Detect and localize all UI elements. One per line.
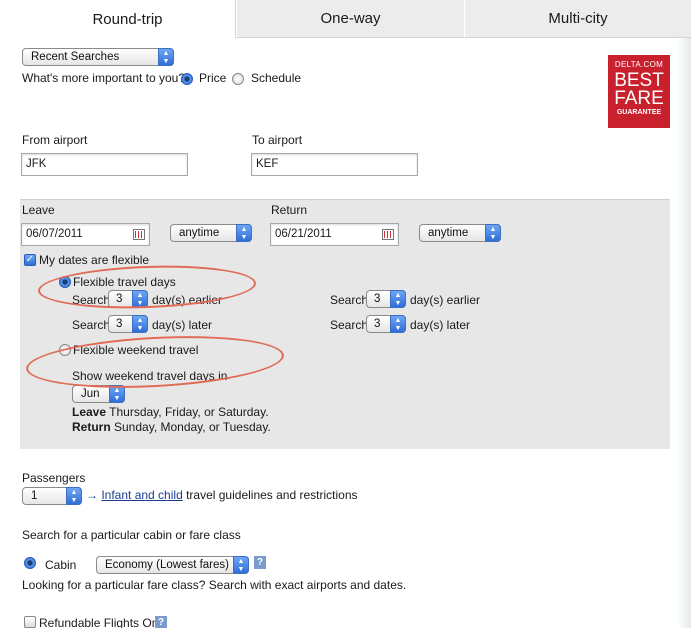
leave-later-value: 3 — [116, 318, 123, 330]
return-time-value: anytime — [428, 227, 469, 239]
return-later-value: 3 — [374, 318, 381, 330]
select-arrows-icon: ▲ ▼ — [158, 48, 174, 66]
return-days-note: Return Sunday, Monday, or Tuesday. — [72, 420, 271, 434]
price-radio[interactable] — [181, 73, 193, 85]
arrow-right-icon: → — [86, 488, 98, 502]
leave-later-label: day(s) later — [152, 318, 213, 332]
select-arrows-icon: ▲ ▼ — [132, 315, 148, 333]
schedule-label: Schedule — [251, 71, 302, 85]
importance-question: What's more important to you? — [22, 71, 186, 85]
leave-date-input[interactable]: 06/07/2011 — [21, 223, 150, 246]
to-airport-label: To airport — [252, 133, 303, 147]
return-earlier-value: 3 — [374, 293, 381, 305]
select-arrows-icon: ▲ ▼ — [390, 315, 406, 333]
return-earlier-select[interactable]: 3 ▲ ▼ — [366, 290, 406, 308]
leave-later-search-label: Search — [72, 318, 111, 332]
fare-class-note: Looking for a particular fare class? Sea… — [22, 578, 407, 592]
tab-roundtrip[interactable]: Round-trip — [20, 0, 236, 38]
passengers-label: Passengers — [22, 471, 86, 485]
recent-searches-value: Recent Searches — [31, 51, 120, 63]
return-date-input[interactable]: 06/21/2011 — [270, 223, 399, 246]
select-arrows-icon: ▲ ▼ — [66, 487, 82, 505]
return-later-search-label: Search — [330, 318, 369, 332]
leave-time-select[interactable]: anytime ▲ ▼ — [170, 224, 252, 242]
leave-label: Leave — [22, 203, 55, 217]
return-earlier-label: day(s) earlier — [410, 293, 481, 307]
schedule-radio[interactable] — [232, 73, 244, 85]
cabin-radio[interactable] — [24, 557, 36, 569]
return-days-bold: Return — [72, 420, 111, 434]
select-arrows-icon: ▲ ▼ — [233, 556, 249, 574]
recent-searches-select[interactable]: Recent Searches ▲ ▼ — [22, 48, 174, 66]
refundable-help-icon[interactable]: ? — [155, 616, 167, 628]
leave-date-value: 06/07/2011 — [26, 228, 83, 240]
infant-and-child-link[interactable]: Infant and child — [101, 488, 182, 502]
infant-guidelines-text: travel guidelines and restrictions — [182, 488, 358, 502]
return-earlier-search-label: Search — [330, 293, 369, 307]
best-fare-guarantee-badge[interactable]: DELTA.COM BEST FARE GUARANTEE — [608, 55, 670, 128]
cabin-label: Cabin — [45, 558, 77, 572]
passengers-select[interactable]: 1 ▲ ▼ — [22, 487, 82, 505]
cabin-help-icon[interactable]: ? — [254, 556, 266, 569]
refundable-checkbox[interactable] — [24, 616, 36, 628]
infant-guidelines: → Infant and child travel guidelines and… — [86, 488, 358, 502]
leave-days-note: Leave Thursday, Friday, or Saturday. — [72, 405, 269, 419]
badge-line2: FARE — [614, 88, 664, 109]
return-date-value: 06/21/2011 — [275, 228, 332, 240]
badge-top: DELTA.COM — [614, 60, 664, 69]
return-time-select[interactable]: anytime ▲ ▼ — [419, 224, 501, 242]
flexible-dates-checkbox[interactable]: ✓ — [24, 254, 36, 266]
cabin-select[interactable]: Economy (Lowest fares) ▲ ▼ — [96, 556, 249, 574]
weekend-month-value: Jun — [81, 388, 100, 400]
return-days-text: Sunday, Monday, or Tuesday. — [110, 420, 271, 434]
select-arrows-icon: ▲ ▼ — [390, 290, 406, 308]
select-arrows-icon: ▲ ▼ — [236, 224, 252, 242]
tab-multicity[interactable]: Multi-city — [464, 0, 691, 38]
tab-left-edge — [0, 0, 20, 38]
from-airport-label: From airport — [22, 133, 88, 147]
return-label: Return — [271, 203, 308, 217]
calendar-icon[interactable] — [382, 229, 394, 240]
select-arrows-icon: ▲ ▼ — [485, 224, 501, 242]
cabin-value: Economy (Lowest fares) — [105, 559, 229, 571]
cabin-section-label: Search for a particular cabin or fare cl… — [22, 528, 241, 542]
flexible-dates-label: My dates are flexible — [39, 253, 150, 267]
tab-oneway[interactable]: One-way — [236, 0, 464, 38]
passengers-value: 1 — [31, 490, 38, 502]
refundable-label: Refundable Flights Only — [39, 616, 168, 628]
calendar-icon[interactable] — [133, 229, 145, 240]
leave-days-bold: Leave — [72, 405, 107, 419]
right-shadow — [678, 38, 691, 628]
return-later-label: day(s) later — [410, 318, 471, 332]
badge-line3: GUARANTEE — [616, 109, 662, 116]
leave-days-text: Thursday, Friday, or Saturday. — [106, 405, 269, 419]
return-later-select[interactable]: 3 ▲ ▼ — [366, 315, 406, 333]
price-label: Price — [199, 71, 227, 85]
to-airport-input[interactable]: KEF — [251, 153, 418, 176]
leave-later-select[interactable]: 3 ▲ ▼ — [108, 315, 148, 333]
from-airport-input[interactable]: JFK — [21, 153, 188, 176]
leave-time-value: anytime — [179, 227, 220, 239]
